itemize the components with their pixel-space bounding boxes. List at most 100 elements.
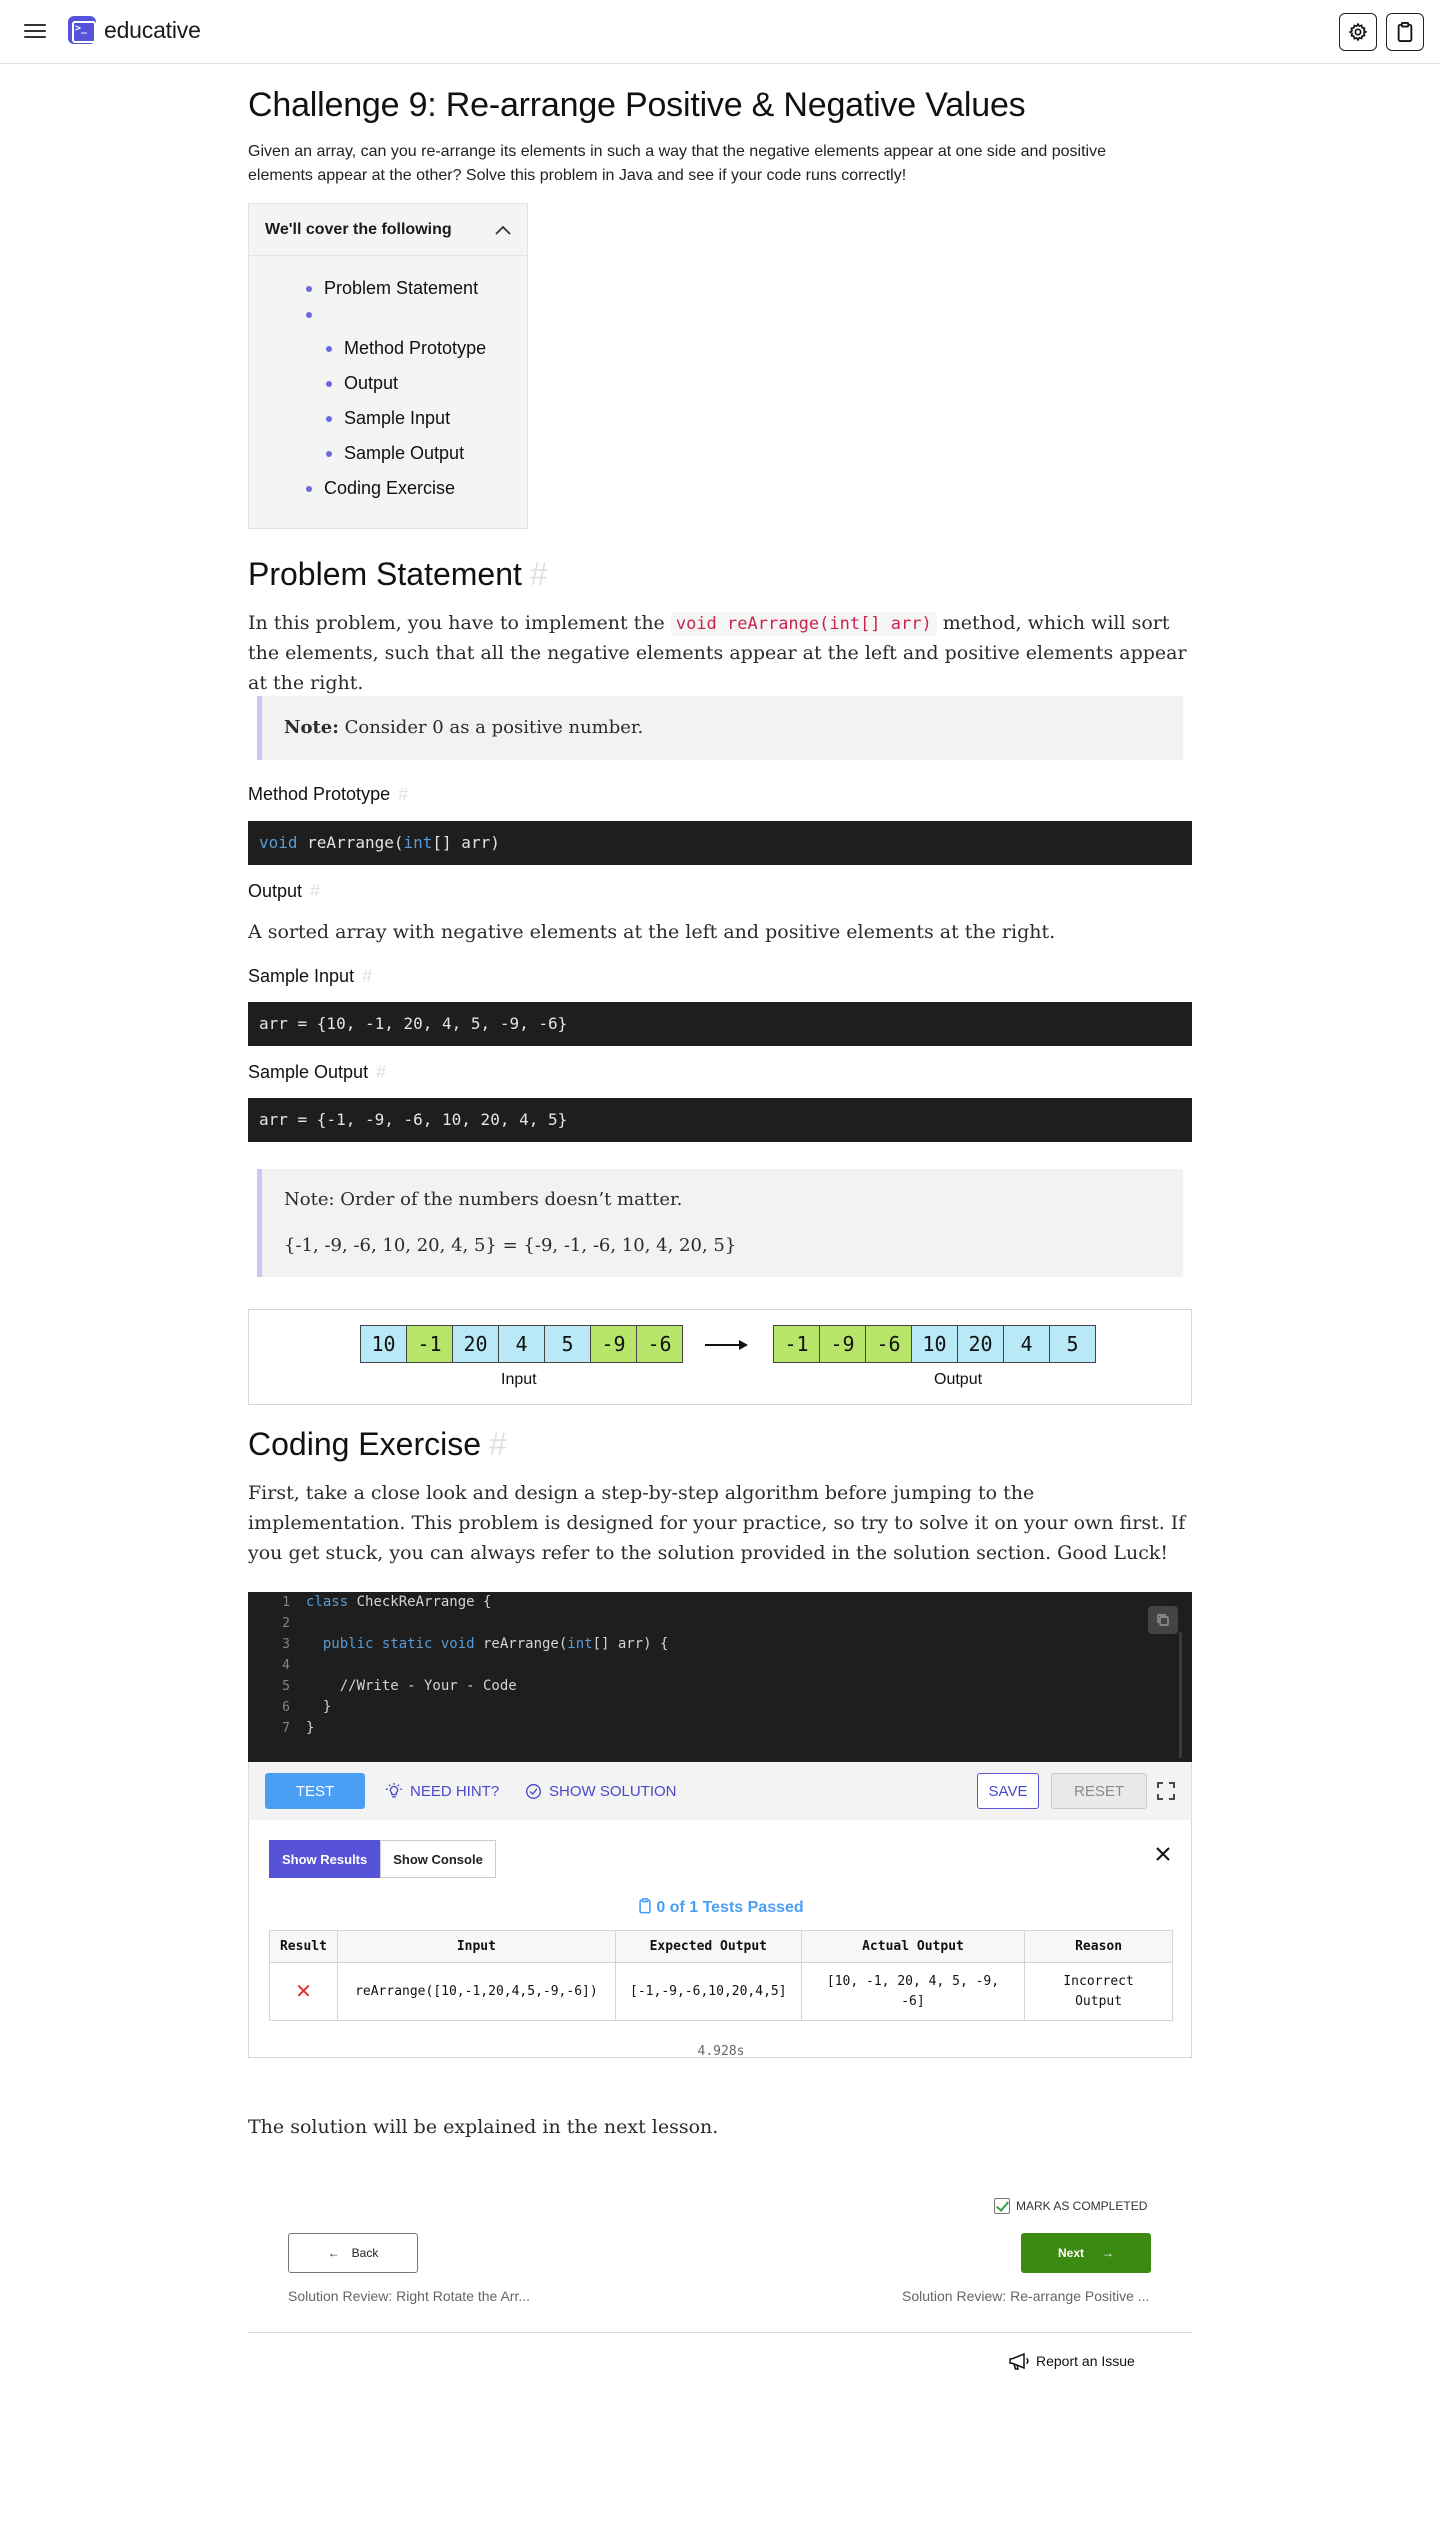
method-prototype-heading: Method Prototype # (248, 784, 408, 805)
copy-code-button[interactable] (1148, 1606, 1178, 1634)
report-issue-button[interactable]: Report an Issue (1008, 2352, 1135, 2370)
toc-item-method-prototype[interactable]: Method Prototype (325, 338, 486, 359)
anchor-link[interactable]: # (530, 556, 548, 592)
completed-checkbox[interactable] (994, 2198, 1010, 2214)
order-note-box: Note: Order of the numbers doesn’t matte… (257, 1169, 1183, 1277)
gear-icon (1348, 22, 1368, 42)
cell-line: Output (1075, 1993, 1123, 2009)
sample-input-heading: Sample Input # (248, 966, 372, 987)
brand-name: educative (104, 16, 201, 43)
actual-cell: [10, -1, 20, 4, 5, -9, -6] (800, 1962, 1026, 2021)
array-cell: 5 (544, 1325, 591, 1363)
toc-item-sample-output[interactable]: Sample Output (325, 443, 464, 464)
fullscreen-icon[interactable] (1157, 1782, 1175, 1800)
anchor-link[interactable]: # (489, 1426, 507, 1462)
toc-toggle[interactable]: We'll cover the following (249, 204, 527, 256)
cell-line: Incorrect (1063, 1973, 1134, 1989)
sample-output-code: arr = {-1, -9, -6, 10, 20, 4, 5} (248, 1098, 1192, 1142)
column-header: Reason (1024, 1930, 1173, 1963)
line-number: 3 (282, 1637, 290, 1652)
note-label: Note: (284, 717, 339, 738)
array-cell: 4 (1003, 1325, 1050, 1363)
array-cell: 10 (911, 1325, 958, 1363)
note-line: {-1, -9, -6, 10, 20, 4, 5} = {-9, -1, -6… (284, 1235, 737, 1256)
note-box: Note: Consider 0 as a positive number. (257, 696, 1183, 760)
need-hint-label: NEED HINT? (410, 1782, 500, 1800)
logo[interactable]: educative (68, 16, 201, 44)
output-label: Output (934, 1371, 983, 1388)
copy-icon (1157, 1614, 1169, 1626)
back-button[interactable]: ← Back (288, 2233, 418, 2273)
column-header: Expected Output (614, 1930, 802, 1963)
clipboard-button[interactable] (1386, 13, 1424, 51)
exercise-text: First, take a close look and design a st… (248, 1482, 1186, 1564)
lesson-description: Given an array, can you re-arrange its e… (248, 143, 1106, 184)
settings-button[interactable] (1339, 13, 1377, 51)
tab-show-results[interactable]: Show Results (269, 1840, 381, 1878)
code-text: CheckReArrange { (348, 1594, 492, 1610)
code-keyword: class (306, 1594, 349, 1610)
input-cell: reArrange([10,-1,20,4,5,-9,-6]) (336, 1962, 616, 2021)
toc-item-sample-input[interactable]: Sample Input (325, 408, 450, 429)
megaphone-icon (1009, 2352, 1029, 2370)
problem-statement-heading: Problem Statement # (248, 556, 548, 593)
mark-completed-label: MARK AS COMPLETED (1016, 2199, 1148, 2213)
output-array: -1 -9 -6 10 20 4 5 (773, 1325, 1096, 1363)
heading-text: Problem Statement (248, 556, 522, 592)
code-area[interactable]: class CheckReArrange { public static voi… (306, 1592, 668, 1739)
back-label: Back (351, 2246, 379, 2260)
array-cell: -6 (865, 1325, 912, 1363)
table-of-contents: We'll cover the following Problem Statem… (248, 203, 528, 529)
save-button[interactable]: SAVE (977, 1773, 1039, 1809)
result-cell: ✕ (269, 1962, 338, 2021)
hamburger-icon[interactable] (24, 20, 46, 42)
mark-as-completed[interactable]: MARK AS COMPLETED (994, 2198, 1147, 2214)
anchor-link[interactable]: # (310, 881, 320, 901)
toc-item-coding-exercise[interactable]: Coding Exercise (305, 478, 455, 499)
array-diagram: 10 -1 20 4 5 -9 -6 Input -1 -9 -6 10 20 4 5 Output (248, 1309, 1192, 1405)
code-keyword: public static void (322, 1636, 475, 1652)
tests-summary: 0 of 1 Tests Passed (249, 1898, 1193, 1917)
toc-item-problem-statement[interactable]: Problem Statement (305, 278, 478, 299)
tab-show-console[interactable]: Show Console (380, 1840, 496, 1878)
clipboard-icon (1397, 22, 1413, 42)
test-button[interactable]: TEST (265, 1773, 365, 1809)
array-cell: 20 (957, 1325, 1004, 1363)
show-solution-button[interactable]: SHOW SOLUTION (525, 1773, 677, 1809)
previous-lesson-link[interactable]: Solution Review: Right Rotate the Arr... (288, 2288, 530, 2304)
line-number: 4 (282, 1658, 290, 1673)
toc-heading: We'll cover the following (265, 220, 452, 238)
code-line: public static void reArrange(int[] arr) … (306, 1634, 669, 1655)
next-label: Next (1057, 2246, 1084, 2260)
fail-icon: ✕ (295, 1978, 312, 2003)
line-number: 7 (282, 1721, 290, 1736)
method-prototype-code: void reArrange(int[] arr) (248, 821, 1192, 865)
close-icon[interactable] (1155, 1846, 1171, 1862)
clipboard-icon (639, 1898, 652, 1914)
need-hint-button[interactable]: NEED HINT? (385, 1773, 499, 1809)
table-header-row: Result Input Expected Output Actual Outp… (269, 1930, 1173, 1963)
reset-button[interactable]: RESET (1051, 1773, 1147, 1809)
line-number: 2 (282, 1616, 290, 1631)
code-text: [] arr) (432, 833, 500, 852)
anchor-link[interactable]: # (398, 784, 408, 804)
code-editor[interactable]: 1 2 3 4 5 6 7 class CheckReArrange { pub… (248, 1592, 1192, 1762)
array-cell: -9 (819, 1325, 866, 1363)
array-cell: 4 (498, 1325, 545, 1363)
educative-logo-icon (68, 16, 96, 44)
next-button[interactable]: Next → (1021, 2233, 1151, 2273)
anchor-link[interactable]: # (362, 966, 372, 986)
chevron-up-icon (495, 225, 511, 235)
cell-line: [10, -1, 20, 4, 5, -9, (826, 1973, 1000, 1989)
anchor-link[interactable]: # (376, 1062, 386, 1082)
toc-item-output[interactable]: Output (325, 373, 398, 394)
editor-toolbar: TEST NEED HINT? SHOW SOLUTION SAVE RESET (248, 1762, 1192, 1820)
editor-scrollbar[interactable] (1179, 1632, 1182, 1758)
output-heading: Output # (248, 881, 320, 902)
input-label: Input (501, 1371, 537, 1388)
code-line: } (306, 1699, 332, 1715)
expected-cell: [-1,-9,-6,10,20,4,5] (614, 1962, 802, 2021)
next-lesson-link[interactable]: Solution Review: Re-arrange Positive ... (902, 2288, 1149, 2304)
